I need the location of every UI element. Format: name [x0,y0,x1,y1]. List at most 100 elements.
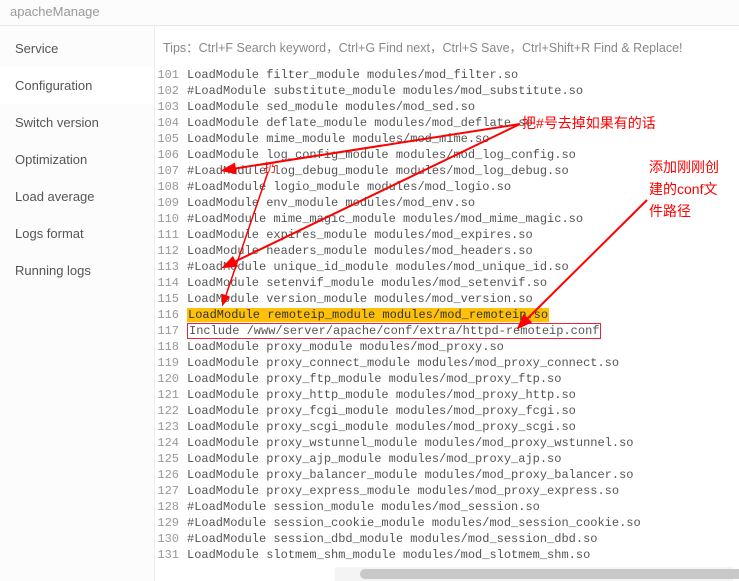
code-text: LoadModule mime_module modules/mod_mime.… [187,131,489,147]
code-text: #LoadModule session_dbd_module modules/m… [187,531,597,547]
code-line[interactable]: 123LoadModule proxy_scgi_module modules/… [155,419,739,435]
line-number: 117 [155,323,187,339]
code-text: LoadModule env_module modules/mod_env.so [187,195,475,211]
code-text: #LoadModule session_module modules/mod_s… [187,499,540,515]
code-line[interactable]: 125LoadModule proxy_ajp_module modules/m… [155,451,739,467]
code-text: LoadModule remoteip_module modules/mod_r… [187,307,549,323]
line-number: 128 [155,499,187,515]
line-number: 119 [155,355,187,371]
code-line[interactable]: 101LoadModule filter_module modules/mod_… [155,67,739,83]
line-number: 101 [155,67,187,83]
code-text: #LoadModule log_debug_module modules/mod… [187,163,569,179]
code-text: LoadModule setenvif_module modules/mod_s… [187,275,547,291]
code-text: LoadModule slotmem_shm_module modules/mo… [187,547,590,563]
line-number: 110 [155,211,187,227]
sidebar-item-load-average[interactable]: Load average [0,178,154,215]
code-line[interactable]: 124LoadModule proxy_wstunnel_module modu… [155,435,739,451]
code-line[interactable]: 119LoadModule proxy_connect_module modul… [155,355,739,371]
code-line[interactable]: 111LoadModule expires_module modules/mod… [155,227,739,243]
code-line[interactable]: 103LoadModule sed_module modules/mod_sed… [155,99,739,115]
code-line[interactable]: 121LoadModule proxy_http_module modules/… [155,387,739,403]
code-line[interactable]: 107#LoadModule log_debug_module modules/… [155,163,739,179]
line-number: 130 [155,531,187,547]
line-number: 112 [155,243,187,259]
code-line[interactable]: 113#LoadModule unique_id_module modules/… [155,259,739,275]
code-text: LoadModule log_config_module modules/mod… [187,147,576,163]
code-line[interactable]: 106LoadModule log_config_module modules/… [155,147,739,163]
line-number: 127 [155,483,187,499]
code-text: LoadModule proxy_scgi_module modules/mod… [187,419,576,435]
code-line[interactable]: 118LoadModule proxy_module modules/mod_p… [155,339,739,355]
code-line[interactable]: 117Include /www/server/apache/conf/extra… [155,323,739,339]
code-line[interactable]: 112LoadModule headers_module modules/mod… [155,243,739,259]
code-line[interactable]: 116LoadModule remoteip_module modules/mo… [155,307,739,323]
tips-bar: Tips：Ctrl+F Search keyword，Ctrl+G Find n… [155,26,739,67]
code-text: LoadModule proxy_connect_module modules/… [187,355,619,371]
line-number: 129 [155,515,187,531]
code-line[interactable]: 104LoadModule deflate_module modules/mod… [155,115,739,131]
scrollbar-thumb[interactable] [360,569,739,579]
line-number: 106 [155,147,187,163]
code-text: #LoadModule session_cookie_module module… [187,515,641,531]
code-text: LoadModule headers_module modules/mod_he… [187,243,533,259]
line-number: 105 [155,131,187,147]
sidebar-item-running-logs[interactable]: Running logs [0,252,154,289]
line-number: 124 [155,435,187,451]
line-number: 109 [155,195,187,211]
line-number: 123 [155,419,187,435]
code-line[interactable]: 109LoadModule env_module modules/mod_env… [155,195,739,211]
code-line[interactable]: 110#LoadModule mime_magic_module modules… [155,211,739,227]
code-editor[interactable]: 101LoadModule filter_module modules/mod_… [155,67,739,581]
line-number: 103 [155,99,187,115]
code-line[interactable]: 120LoadModule proxy_ftp_module modules/m… [155,371,739,387]
sidebar-item-switch-version[interactable]: Switch version [0,104,154,141]
line-number: 131 [155,547,187,563]
sidebar-item-logs-format[interactable]: Logs format [0,215,154,252]
code-line[interactable]: 126LoadModule proxy_balancer_module modu… [155,467,739,483]
sidebar: Service Configuration Switch version Opt… [0,26,155,581]
code-line[interactable]: 115LoadModule version_module modules/mod… [155,291,739,307]
line-number: 104 [155,115,187,131]
code-text: LoadModule proxy_ftp_module modules/mod_… [187,371,561,387]
code-line[interactable]: 128#LoadModule session_module modules/mo… [155,499,739,515]
line-number: 107 [155,163,187,179]
code-line[interactable]: 130#LoadModule session_dbd_module module… [155,531,739,547]
sidebar-item-optimization[interactable]: Optimization [0,141,154,178]
code-text: LoadModule proxy_fcgi_module modules/mod… [187,403,576,419]
code-line[interactable]: 129#LoadModule session_cookie_module mod… [155,515,739,531]
line-number: 118 [155,339,187,355]
code-text: LoadModule version_module modules/mod_ve… [187,291,533,307]
code-line[interactable]: 105LoadModule mime_module modules/mod_mi… [155,131,739,147]
code-line[interactable]: 122LoadModule proxy_fcgi_module modules/… [155,403,739,419]
code-text: LoadModule proxy_ajp_module modules/mod_… [187,451,561,467]
line-number: 126 [155,467,187,483]
line-number: 125 [155,451,187,467]
code-text: LoadModule proxy_wstunnel_module modules… [187,435,633,451]
code-line[interactable]: 108#LoadModule logio_module modules/mod_… [155,179,739,195]
code-text: LoadModule expires_module modules/mod_ex… [187,227,533,243]
code-text: LoadModule filter_module modules/mod_fil… [187,67,518,83]
code-line[interactable]: 114LoadModule setenvif_module modules/mo… [155,275,739,291]
code-text: Include /www/server/apache/conf/extra/ht… [187,323,601,339]
line-number: 102 [155,83,187,99]
code-line[interactable]: 102#LoadModule substitute_module modules… [155,83,739,99]
horizontal-scrollbar[interactable] [335,567,733,581]
code-text: LoadModule proxy_module modules/mod_prox… [187,339,504,355]
code-text: LoadModule proxy_balancer_module modules… [187,467,633,483]
window-title: apacheManage [0,0,739,26]
code-line[interactable]: 131LoadModule slotmem_shm_module modules… [155,547,739,563]
sidebar-item-configuration[interactable]: Configuration [0,67,154,104]
content-area: Tips：Ctrl+F Search keyword，Ctrl+G Find n… [155,26,739,581]
line-number: 122 [155,403,187,419]
code-text: #LoadModule substitute_module modules/mo… [187,83,583,99]
code-text: LoadModule proxy_express_module modules/… [187,483,619,499]
code-line[interactable]: 127LoadModule proxy_express_module modul… [155,483,739,499]
code-text: #LoadModule mime_magic_module modules/mo… [187,211,583,227]
sidebar-item-service[interactable]: Service [0,30,154,67]
line-number: 121 [155,387,187,403]
line-number: 108 [155,179,187,195]
code-text: #LoadModule unique_id_module modules/mod… [187,259,569,275]
code-text: #LoadModule logio_module modules/mod_log… [187,179,511,195]
line-number: 113 [155,259,187,275]
line-number: 120 [155,371,187,387]
